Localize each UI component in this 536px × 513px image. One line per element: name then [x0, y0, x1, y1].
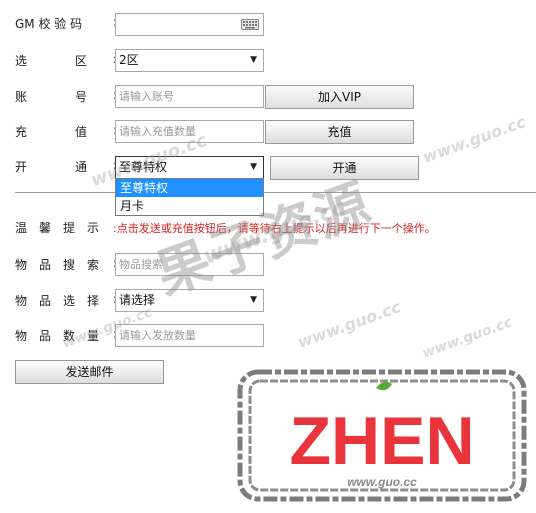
add-vip-button[interactable]: 加入VIP	[265, 85, 414, 109]
item-qty-input[interactable]: 请输入发放数量	[115, 324, 264, 347]
label-char: 品	[39, 258, 52, 272]
keyboard-icon[interactable]	[241, 19, 259, 30]
chevron-down-icon: ▼	[250, 55, 257, 65]
tip-label: 温馨提示	[15, 219, 99, 237]
label-char: 区	[75, 54, 88, 68]
recharge-label: 充值	[15, 123, 87, 141]
label-char: 提	[63, 221, 76, 235]
label-char: 值	[75, 125, 88, 139]
item-search-label: 物品搜索	[15, 256, 99, 274]
label-char: 物	[15, 329, 28, 343]
stamp-url: www.guo.cc	[347, 475, 417, 489]
label-char: 充	[15, 125, 28, 139]
dropdown-option[interactable]: 至尊特权	[116, 179, 263, 197]
zone-select[interactable]: 2区 ▼	[115, 49, 264, 72]
zone-selected-value: 2区	[119, 53, 139, 67]
label-char: 物	[15, 294, 28, 308]
gm-code-label: GM 校 验 码	[15, 17, 83, 31]
item-select-label: 物品选择	[15, 292, 99, 310]
label-char: 选	[15, 54, 28, 68]
label-char: 品	[39, 329, 52, 343]
label-char: 号	[75, 90, 88, 104]
gm-code-input[interactable]	[115, 13, 264, 36]
label-char: 通	[75, 160, 88, 174]
label-char: 物	[15, 258, 28, 272]
account-label: 账号	[15, 88, 87, 106]
label-char: 择	[87, 294, 100, 308]
zone-label: 选区	[15, 52, 87, 70]
chevron-down-icon: ▼	[250, 295, 257, 305]
label-char: 示	[87, 221, 100, 235]
recharge-button[interactable]: 充值	[265, 120, 414, 144]
activate-label: 开通	[15, 158, 87, 176]
send-mail-button[interactable]: 发送邮件	[15, 360, 164, 384]
chevron-down-icon: ▼	[250, 162, 257, 172]
label-char: 品	[39, 294, 52, 308]
account-input[interactable]: 请输入账号	[115, 85, 264, 108]
label-char: 索	[87, 258, 100, 272]
label-char: 选	[63, 294, 76, 308]
label-char: 账	[15, 90, 28, 104]
label-char: 搜	[63, 258, 76, 272]
label-char: 馨	[39, 221, 52, 235]
label-char: 温	[15, 221, 28, 235]
watermark-url: www.guo.cc	[420, 314, 515, 362]
watermark-url: www.guo.cc	[295, 297, 404, 352]
watermark-url: www.guo.cc	[420, 112, 529, 167]
label-char: 开	[15, 160, 28, 174]
zhen-stamp-logo: ZHEN www.guo.cc	[236, 368, 528, 503]
stamp-text: ZHEN	[289, 403, 474, 479]
